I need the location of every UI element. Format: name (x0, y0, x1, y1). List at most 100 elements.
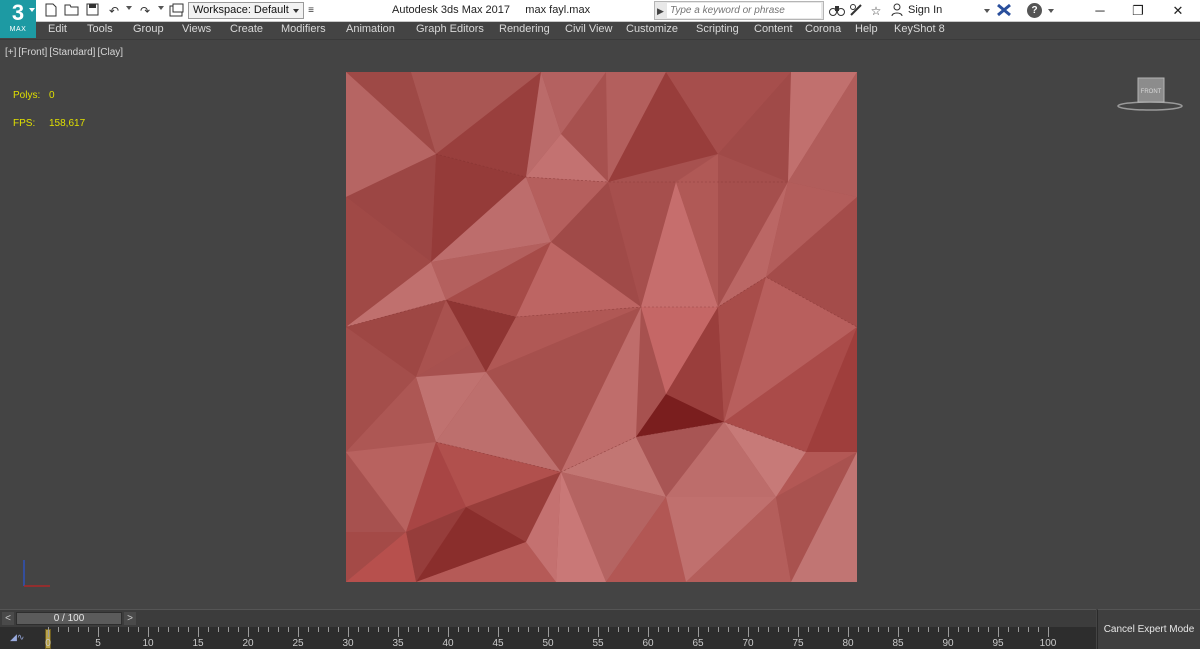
timeline-tick-label: 20 (242, 638, 254, 649)
timeline-tick (798, 627, 799, 637)
open-file-icon[interactable] (63, 3, 79, 19)
menu-keyshot-8[interactable]: KeyShot 8 (894, 23, 945, 35)
timeline-tick (728, 627, 729, 632)
timeline-tick (688, 627, 689, 632)
viewcube[interactable]: FRONT (1116, 74, 1184, 114)
favorites-star-icon[interactable]: ☆ (868, 3, 884, 19)
axis-tripod-icon (23, 560, 50, 587)
help-icon[interactable]: ? (1027, 3, 1042, 18)
logo-dropdown-icon[interactable] (29, 8, 35, 12)
save-file-icon[interactable] (84, 3, 100, 19)
track-bar[interactable]: ◢∿ 0 5 10 15 20 25 30 35 40 45 50 55 60 65 70 75 80 85 90 9… (0, 627, 1096, 649)
viewport-point-of-view-label[interactable]: [Front] (18, 47, 47, 58)
menu-graph-editors[interactable]: Graph Editors (416, 23, 484, 35)
viewport-labels: [+] [Front] [Standard] [Clay] (5, 47, 125, 58)
timeline-tick (1038, 627, 1039, 632)
menu-scripting[interactable]: Scripting (696, 23, 739, 35)
menu-customize[interactable]: Customize (626, 23, 678, 35)
timeline-tick (938, 627, 939, 632)
next-frame-button[interactable]: > (124, 612, 136, 625)
undo-icon[interactable]: ↶ (106, 3, 122, 19)
timeline-tick (748, 627, 749, 637)
search-expand-icon[interactable]: ▶ (657, 6, 664, 17)
viewport-menu-plus[interactable]: [+] (5, 47, 16, 58)
menu-civil-view[interactable]: Civil View (565, 23, 612, 35)
menu-modifiers[interactable]: Modifiers (281, 23, 326, 35)
workspace-menu-icon[interactable]: ≡ (305, 3, 317, 19)
sign-in-dropdown-icon[interactable] (984, 9, 990, 13)
timeline-tick (348, 627, 349, 637)
timeline-tick-label: 5 (95, 638, 101, 649)
timeline-tick (848, 627, 849, 637)
cancel-expert-mode-button[interactable]: Cancel Expert Mode (1097, 609, 1200, 649)
timeline-tick (558, 627, 559, 632)
new-file-icon[interactable] (43, 3, 59, 19)
exchange-apps-icon[interactable] (996, 3, 1012, 19)
timeline-tick (658, 627, 659, 632)
workspace-dropdown[interactable]: Workspace: Default (188, 2, 304, 19)
user-icon[interactable] (889, 3, 905, 19)
menu-edit[interactable]: Edit (48, 23, 67, 35)
curve-editor-icon[interactable]: ◢∿ (10, 632, 24, 643)
menu-content[interactable]: Content (754, 23, 793, 35)
timeline-tick (488, 627, 489, 632)
redo-dropdown-icon[interactable] (158, 6, 164, 10)
menu-corona[interactable]: Corona (805, 23, 841, 35)
project-folder-icon[interactable] (168, 3, 184, 19)
timeline-tick (178, 627, 179, 632)
viewport-shading-clay-label[interactable]: [Clay] (97, 47, 123, 58)
timeline-tick-label: 25 (292, 638, 304, 649)
front-viewport[interactable]: [+] [Front] [Standard] [Clay] Polys: 0 FPS:… (0, 39, 1200, 609)
menu-group[interactable]: Group (133, 23, 164, 35)
menu-create[interactable]: Create (230, 23, 263, 35)
low-poly-plane-mesh[interactable] (346, 72, 857, 582)
sign-in-button[interactable]: Sign In (908, 4, 942, 16)
timeline-tick (548, 627, 549, 637)
app-logo-button[interactable]: 3 MAX (0, 0, 36, 38)
timeline-tick (428, 627, 429, 632)
timeline-tick (838, 627, 839, 632)
search-box: ▶ (654, 1, 824, 20)
timeline-tick (198, 627, 199, 637)
menu-rendering[interactable]: Rendering (499, 23, 550, 35)
close-button[interactable]: ✕ (1158, 0, 1198, 22)
timeline-tick (878, 627, 879, 632)
viewport-shading-standard-label[interactable]: [Standard] (49, 47, 95, 58)
menu-tools[interactable]: Tools (87, 23, 113, 35)
time-slider-bar: < 0 / 100 > ◢∿ 0 5 10 15 20 25 30 35 40 45 50 55 60 6… (0, 609, 1096, 649)
timeline-tick (208, 627, 209, 632)
timeline-tick (328, 627, 329, 632)
timeline-tick (318, 627, 319, 632)
timeline-tick (608, 627, 609, 632)
prev-frame-button[interactable]: < (2, 612, 14, 625)
timeline-tick-label: 45 (492, 638, 504, 649)
timeline-tick-label: 55 (592, 638, 604, 649)
timeline-tick-label: 65 (692, 638, 704, 649)
binoculars-icon[interactable] (829, 3, 845, 19)
menu-views[interactable]: Views (182, 23, 211, 35)
timeline-tick (858, 627, 859, 632)
timeline-tick (718, 627, 719, 632)
communication-center-icon[interactable] (848, 3, 864, 19)
timeline-tick (108, 627, 109, 632)
menu-help[interactable]: Help (855, 23, 878, 35)
redo-icon[interactable]: ↷ (137, 3, 153, 19)
timeline-tick (148, 627, 149, 637)
timeline-tick (418, 627, 419, 632)
fps-stat: FPS: 158,617 (13, 118, 85, 129)
timeline-tick (578, 627, 579, 632)
time-slider[interactable]: 0 / 100 (16, 612, 122, 625)
timeline-tick (98, 627, 99, 637)
search-input[interactable] (667, 3, 821, 18)
fps-label: FPS: (13, 118, 36, 129)
restore-button[interactable]: ❐ (1118, 0, 1158, 22)
timeline-tick (118, 627, 119, 632)
help-dropdown-icon[interactable] (1048, 9, 1054, 13)
undo-dropdown-icon[interactable] (126, 6, 132, 10)
menu-animation[interactable]: Animation (346, 23, 395, 35)
timeline-tick (648, 627, 649, 637)
timeline-tick (338, 627, 339, 632)
timeline-tick (738, 627, 739, 632)
timeline-tick (598, 627, 599, 637)
minimize-button[interactable]: ─ (1080, 0, 1120, 22)
